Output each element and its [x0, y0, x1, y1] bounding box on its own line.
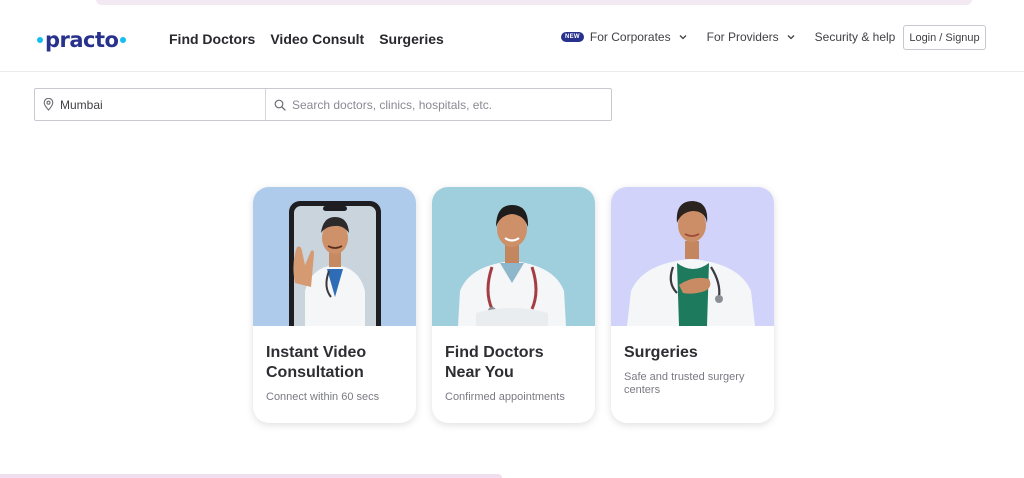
card-body: Surgeries Safe and trusted surgery cente…	[611, 326, 774, 397]
nav-for-corporates-label: For Corporates	[589, 30, 671, 44]
card-body: Instant Video Consultation Connect withi…	[253, 326, 416, 404]
card-subtitle: Connect within 60 secs	[266, 391, 380, 403]
nav-security-help-label: Security & help	[814, 30, 896, 44]
nav-security-help[interactable]: Security & help	[815, 28, 913, 46]
main-nav: Find Doctors Video Consult Surgeries	[169, 30, 444, 48]
card-subtitle: Confirmed appointments	[445, 391, 565, 403]
card-subtitle: Safe and trusted surgery centers	[624, 371, 745, 396]
practo-logo[interactable]: practo	[37, 28, 127, 52]
surgeon-image	[627, 201, 755, 326]
login-signup-button[interactable]: Login / Signup	[903, 25, 986, 50]
card-find-doctors-near-you[interactable]: Find Doctors Near You Confirmed appointm…	[432, 187, 595, 423]
doctor-image	[458, 205, 566, 326]
card-title: Instant Video Consultation	[266, 344, 367, 381]
card-surgeries[interactable]: Surgeries Safe and trusted surgery cente…	[611, 187, 774, 423]
chevron-down-icon	[787, 35, 795, 40]
search-icon	[274, 99, 286, 111]
site-header: practo Find Doctors Video Consult Surger…	[0, 0, 1024, 72]
surgeries-illustration	[611, 187, 774, 326]
card-body: Find Doctors Near You Confirmed appointm…	[432, 326, 595, 404]
logo-dot-right	[120, 37, 127, 43]
location-input[interactable]: Mumbai	[35, 89, 266, 120]
search-bar: Mumbai	[34, 88, 612, 121]
service-cards: Instant Video Consultation Connect withi…	[253, 187, 774, 423]
nav-for-corporates[interactable]: NEW For Corporates	[561, 28, 688, 46]
nav-surgeries[interactable]: Surgeries	[379, 30, 444, 48]
logo-text: practo	[45, 28, 119, 52]
phone-doctor-image	[289, 201, 381, 326]
bottom-strip	[0, 474, 502, 478]
secondary-nav: NEW For Corporates For Providers Securit…	[561, 28, 931, 46]
video-consult-illustration	[253, 187, 416, 326]
nav-video-consult[interactable]: Video Consult	[270, 30, 364, 48]
chevron-down-icon	[679, 35, 687, 40]
new-badge: NEW	[561, 32, 584, 42]
logo-dot-left	[37, 37, 43, 43]
card-title: Find Doctors Near You	[445, 344, 544, 381]
search-input[interactable]	[292, 97, 592, 112]
card-title: Surgeries	[624, 344, 698, 361]
location-value: Mumbai	[60, 97, 103, 112]
card-instant-video-consultation[interactable]: Instant Video Consultation Connect withi…	[253, 187, 416, 423]
search-query-box[interactable]	[266, 89, 611, 120]
nav-for-providers[interactable]: For Providers	[707, 28, 796, 46]
nav-for-providers-label: For Providers	[706, 30, 779, 44]
find-doctors-illustration	[432, 187, 595, 326]
nav-find-doctors[interactable]: Find Doctors	[169, 30, 255, 48]
location-pin-icon	[43, 98, 54, 111]
